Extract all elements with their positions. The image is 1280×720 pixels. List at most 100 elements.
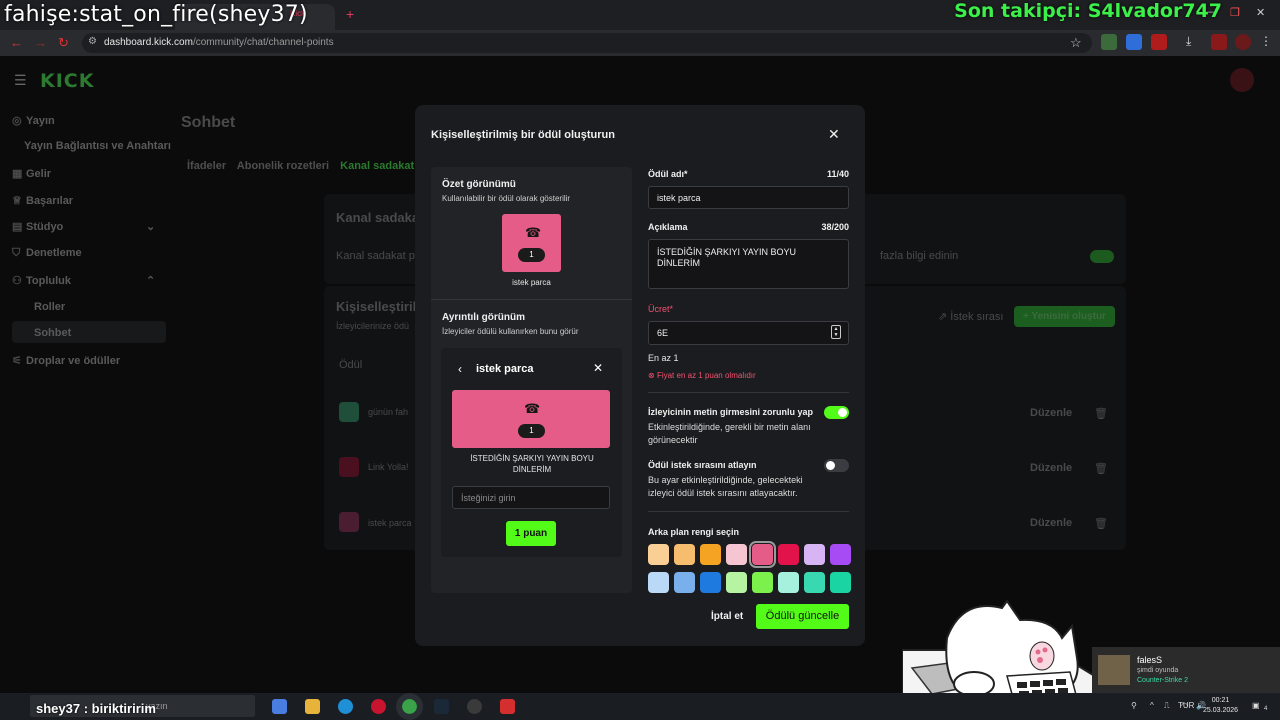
error-icon: ⊗	[648, 371, 657, 380]
edit-button[interactable]: Düzenle	[1030, 462, 1072, 474]
color-swatch[interactable]	[830, 572, 851, 593]
number-stepper[interactable]: ▲ ▼	[831, 325, 841, 339]
color-swatch[interactable]	[674, 544, 695, 565]
file-explorer-icon[interactable]	[305, 699, 320, 714]
summary-subtext: Kullanılabilir bir ödül olarak gösterili…	[442, 194, 571, 203]
create-new-button[interactable]: + Yenisini oluştur	[1014, 306, 1115, 327]
divider	[648, 511, 849, 512]
download-icon[interactable]: ⤓	[1186, 34, 1202, 50]
reward-row-icon	[339, 512, 359, 532]
color-swatch[interactable]	[804, 544, 825, 565]
loyalty-toggle[interactable]	[1090, 250, 1114, 263]
reward-name-input[interactable]	[648, 186, 849, 209]
chrome-icon[interactable]	[396, 693, 423, 720]
skip-queue-toggle[interactable]	[824, 459, 849, 472]
bookmark-star-icon[interactable]: ☆	[1070, 35, 1082, 51]
sidebar-item-yayin[interactable]: ◎ Yayın	[12, 114, 55, 127]
income-icon: ▦	[12, 168, 23, 180]
sidebar-item-sohbet[interactable]: Sohbet	[34, 327, 71, 339]
hamburger-icon[interactable]: ☰	[14, 72, 27, 89]
color-swatch[interactable]	[752, 572, 773, 593]
edit-button[interactable]: Düzenle	[1030, 517, 1072, 529]
require-text-toggle[interactable]	[824, 406, 849, 419]
friend-notification[interactable]: falesS şimdi oyunda Counter-Strike 2	[1092, 647, 1280, 693]
more-info-link[interactable]: fazla bilgi edinin	[880, 250, 958, 262]
back-icon[interactable]: ←	[10, 35, 23, 50]
color-swatch[interactable]	[700, 572, 721, 593]
reward-cost-pill: 1	[518, 248, 545, 262]
location-icon[interactable]: ⚲	[1131, 701, 1137, 710]
cost-error: ⊗ Fiyat en az 1 puan olmalıdır	[648, 371, 756, 380]
sidebar-item-gelir[interactable]: ▦ Gelir	[12, 167, 51, 180]
color-swatch[interactable]	[778, 572, 799, 593]
forward-icon[interactable]: →	[34, 35, 47, 50]
color-swatch[interactable]	[700, 544, 721, 565]
profile-icon[interactable]	[1235, 34, 1251, 50]
steam-icon[interactable]	[434, 699, 449, 714]
extension-icon[interactable]	[1211, 34, 1227, 50]
color-swatch[interactable]	[830, 544, 851, 565]
chevron-left-icon[interactable]: ‹	[458, 362, 462, 376]
redeem-points-button[interactable]: 1 puan	[506, 521, 556, 546]
broadcast-icon: ◎	[12, 115, 22, 127]
close-icon[interactable]: ✕	[828, 126, 840, 143]
update-reward-button[interactable]: Ödülü güncelle	[756, 604, 849, 629]
close-icon[interactable]: ✕	[593, 361, 603, 375]
app-icon[interactable]	[500, 699, 515, 714]
color-swatch[interactable]	[804, 572, 825, 593]
sidebar-item-droplar[interactable]: ⚟ Droplar ve ödüller	[12, 354, 120, 367]
notification-center-icon[interactable]: ▣	[1252, 701, 1260, 710]
edge-icon[interactable]	[338, 699, 353, 714]
maximize-icon[interactable]: ❐	[1230, 6, 1240, 19]
description-textarea[interactable]: İSTEDİĞİN ŞARKIYI YAYIN BOYU DİNLERİM	[648, 239, 849, 289]
detail-reward-tile: ☎ 1	[452, 390, 610, 448]
cancel-button[interactable]: İptal et	[711, 611, 743, 622]
network-icon[interactable]: ⎍	[1164, 701, 1170, 711]
color-swatch[interactable]	[726, 544, 747, 565]
queue-link[interactable]: ⇗ İstek sırası	[938, 310, 1003, 323]
require-text-help: Etkinleştirildiğinde, gerekli bir metin …	[648, 422, 811, 445]
copilot-icon[interactable]	[272, 699, 287, 714]
cost-input[interactable]	[648, 321, 849, 345]
color-swatch[interactable]	[648, 544, 669, 565]
detail-reward-name: istek parca	[476, 363, 534, 375]
stream-overlay-title: fahişe:stat_on_fire(shey37)	[4, 2, 308, 27]
close-window-icon[interactable]: ✕	[1256, 6, 1265, 19]
tray-chevron-icon[interactable]: ^	[1150, 701, 1154, 710]
extension-icon[interactable]	[1151, 34, 1167, 50]
trash-icon[interactable]: 🗑	[1094, 517, 1108, 530]
notification-user: falesS	[1137, 655, 1163, 665]
color-swatch[interactable]	[726, 572, 747, 593]
color-swatch[interactable]	[648, 572, 669, 593]
detail-subtext: İzleyiciler ödülü kullanırken bunu görür	[442, 327, 579, 336]
extension-icon[interactable]	[1101, 34, 1117, 50]
site-info-icon[interactable]: ⚙	[88, 36, 97, 47]
reload-icon[interactable]: ↻	[58, 35, 69, 51]
obs-icon[interactable]	[467, 699, 482, 714]
reward-row-icon	[339, 457, 359, 477]
tab-abonelik-rozetleri[interactable]: Abonelik rozetleri	[237, 160, 329, 172]
trash-icon[interactable]: 🗑	[1094, 407, 1108, 420]
edit-button[interactable]: Düzenle	[1030, 407, 1072, 419]
extension-icon[interactable]	[1126, 34, 1142, 50]
request-input[interactable]	[452, 486, 610, 509]
new-tab-button[interactable]: +	[346, 6, 354, 22]
sidebar-item-roller[interactable]: Roller	[34, 301, 65, 313]
opera-icon[interactable]	[371, 699, 386, 714]
trash-icon[interactable]: 🗑	[1094, 462, 1108, 475]
color-swatch[interactable]	[778, 544, 799, 565]
sidebar-item-studyo[interactable]: ▤ Stüdyo ⌄	[12, 220, 155, 233]
tab-ifadeler[interactable]: İfadeler	[187, 160, 226, 172]
menu-dots-icon[interactable]: ⋮	[1260, 34, 1276, 50]
taskbar-clock[interactable]: 00:21 25.03.2026	[1203, 696, 1238, 716]
url-field[interactable]: ⚙ dashboard.kick.com/community/chat/chan…	[82, 33, 1092, 53]
column-header-reward: Ödül	[339, 359, 363, 371]
color-swatch[interactable]	[674, 572, 695, 593]
sidebar-item-basarilar[interactable]: ♕ Başarılar	[12, 194, 73, 207]
color-swatch[interactable]	[749, 541, 776, 568]
avatar[interactable]	[1230, 68, 1254, 92]
language-indicator[interactable]: TUR	[1178, 701, 1194, 710]
sidebar-item-topluluk[interactable]: ⚇ Topluluk ⌃	[12, 274, 155, 287]
sidebar-item-stream-key[interactable]: Yayın Bağlantısı ve Anahtarı	[24, 140, 171, 152]
sidebar-item-denetleme[interactable]: ⛉ Denetleme	[12, 247, 82, 260]
